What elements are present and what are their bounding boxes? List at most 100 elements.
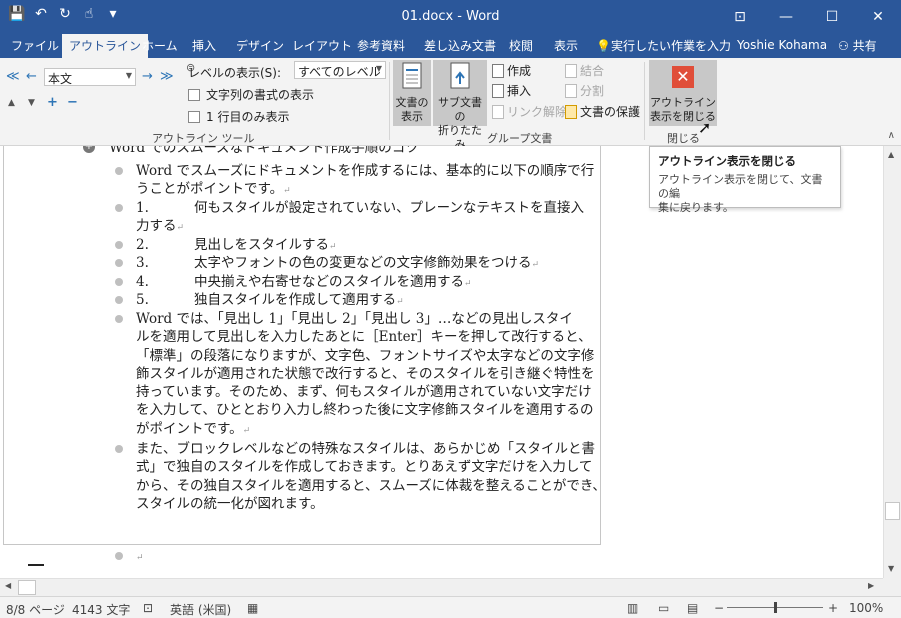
- zoom-level[interactable]: 100%: [849, 601, 883, 615]
- unlink-subdocument-button[interactable]: リンク解除: [492, 103, 567, 120]
- paragraph-mark: ↵: [329, 242, 337, 252]
- demote-to-body-icon[interactable]: ≫: [160, 69, 174, 84]
- scroll-right-icon[interactable]: ▶: [868, 581, 874, 590]
- checkbox-box: [188, 88, 200, 101]
- mouse-pointer-icon: ➚: [698, 118, 712, 137]
- master-document-group-label: グループ文書: [487, 132, 553, 145]
- body-text-bullet-icon: [115, 259, 123, 267]
- macro-recording-icon[interactable]: ▦: [247, 601, 258, 615]
- body-text-bullet-icon: [115, 241, 123, 249]
- body-text-bullet-icon: [115, 552, 123, 560]
- proofing-icon[interactable]: ⊡: [143, 601, 153, 615]
- show-text-formatting-checkbox[interactable]: 文字列の書式の表示: [188, 86, 314, 103]
- close-icon: ✕: [672, 66, 694, 88]
- tab-design[interactable]: デザイン: [236, 37, 284, 54]
- paragraph-mark: ↵: [283, 186, 291, 197]
- language-indicator[interactable]: 英語 (米国): [170, 601, 231, 618]
- paragraph-mark: ↵: [136, 553, 144, 563]
- tab-view[interactable]: 表示: [554, 37, 578, 54]
- move-down-icon[interactable]: ▼: [28, 98, 35, 108]
- collapse-subdocument-icon: [450, 62, 470, 89]
- show-document-button[interactable]: 文書の 表示: [393, 60, 431, 126]
- body-text-bullet-icon: [115, 204, 123, 212]
- outline-step[interactable]: 3. 太字やフォントの色の変更などの文字修飾効果をつける↵: [115, 254, 631, 274]
- tab-file[interactable]: ファイル: [11, 37, 59, 54]
- insert-subdocument-button[interactable]: 挿入: [492, 82, 531, 99]
- outline-tools-group-label: アウトライン ツール: [152, 132, 255, 145]
- collapse-icon[interactable]: −: [67, 95, 78, 110]
- page-count[interactable]: 8/8 ページ: [6, 601, 65, 618]
- tell-me-box[interactable]: 💡実行したい作業を入力してください: [596, 37, 732, 54]
- word-count[interactable]: 4143 文字: [72, 601, 130, 618]
- outline-empty-paragraph[interactable]: ↵: [115, 547, 631, 567]
- promote-to-heading1-icon[interactable]: ≪: [6, 69, 20, 84]
- lightbulb-icon: 💡: [596, 39, 611, 53]
- tab-mailings[interactable]: 差し込み文書: [424, 37, 496, 54]
- paragraph-mark: ↵: [242, 425, 251, 436]
- outline-step[interactable]: 5. 独自スタイルを作成して適用する↵: [115, 291, 631, 311]
- show-level-select[interactable]: すべてのレベル ▼: [294, 61, 386, 79]
- document-outline-icon: [402, 62, 422, 89]
- move-up-icon[interactable]: ▲: [8, 98, 15, 108]
- share-button[interactable]: ⚇ 共有: [838, 37, 877, 54]
- maximize-button[interactable]: ☐: [809, 0, 855, 34]
- tab-insert[interactable]: 挿入: [192, 37, 216, 54]
- ribbon-tabs: ファイル アウトライン ホーム 挿入 デザイン レイアウト 参考資料 差し込み文…: [0, 34, 901, 58]
- read-mode-icon[interactable]: ▥: [627, 601, 638, 615]
- merge-subdocument-button[interactable]: 結合: [565, 62, 604, 79]
- create-subdocument-button[interactable]: 作成: [492, 62, 531, 79]
- user-name[interactable]: Yoshie Kohama: [737, 38, 827, 52]
- scrollbar-corner: [883, 578, 901, 596]
- show-level-label: レベルの表示(S):: [188, 66, 282, 80]
- tab-layout[interactable]: レイアウト: [292, 37, 352, 54]
- expand-icon[interactable]: +: [47, 95, 58, 110]
- zoom-in-icon[interactable]: +: [828, 601, 838, 615]
- tooltip-body-line1: アウトライン表示を閉じて、文書の編: [658, 173, 823, 200]
- group-separator: [644, 62, 645, 140]
- ribbon: ≪ ← 本文 ▼ → ≫ ▲ ▼ + − ⊜ レベルの表示(S): すべてのレベ…: [0, 58, 901, 151]
- body-text-bullet-icon: [115, 278, 123, 286]
- chevron-down-icon: ▼: [375, 64, 382, 73]
- collapse-subdocuments-button[interactable]: サブ文書の 折りたたみ: [433, 60, 487, 151]
- promote-icon[interactable]: ←: [26, 69, 37, 84]
- tab-references[interactable]: 参考資料: [357, 37, 405, 54]
- zoom-out-icon[interactable]: −: [714, 601, 724, 615]
- tab-outline[interactable]: アウトライン: [62, 34, 149, 58]
- tab-home[interactable]: ホーム: [142, 37, 178, 54]
- close-window-button[interactable]: ✕: [855, 0, 901, 34]
- zoom-slider-thumb[interactable]: [774, 602, 777, 613]
- scroll-up-icon[interactable]: ▲: [888, 150, 894, 159]
- close-outline-view-button[interactable]: ✕ アウトライン 表示を閉じる: [649, 60, 717, 126]
- person-icon: ⚇: [838, 39, 849, 53]
- outline-paragraph[interactable]: Word では、「見出し 1」「見出し 2」「見出し 3」…などの見出しスタイ …: [115, 310, 631, 440]
- outline-heading[interactable]: + Word でのスムーズなドキュメント作成手順のコツ: [83, 146, 604, 157]
- scroll-left-icon[interactable]: ◀: [5, 581, 11, 590]
- ribbon-display-options-icon[interactable]: ⊡: [717, 0, 763, 34]
- vertical-scroll-thumb[interactable]: [885, 502, 900, 520]
- document-create-icon: [492, 63, 504, 78]
- print-layout-icon[interactable]: ▭: [658, 601, 669, 615]
- scroll-down-icon[interactable]: ▼: [888, 564, 894, 573]
- close-group-label: 閉じる: [667, 132, 700, 145]
- horizontal-scrollbar[interactable]: ◀ ▶: [0, 578, 883, 596]
- collapse-ribbon-icon[interactable]: ∧: [888, 130, 895, 141]
- vertical-scrollbar[interactable]: ▲ ▼: [883, 146, 901, 578]
- window-controls: ⊡ — ☐ ✕: [717, 0, 901, 34]
- checkbox-box: [188, 110, 200, 123]
- show-first-line-only-checkbox[interactable]: 1 行目のみ表示: [188, 108, 289, 125]
- horizontal-scroll-thumb[interactable]: [18, 580, 36, 595]
- tooltip-body-line2: 集に戻ります。: [658, 201, 734, 214]
- outline-step[interactable]: 1. 何もスタイルが設定されていない、プレーンなテキストを直接入 力する↵: [115, 199, 631, 238]
- lock-document-button[interactable]: 文書の保護: [565, 103, 640, 120]
- outline-paragraph[interactable]: また、ブロックレベルなどの特殊なスタイルは、あらかじめ「スタイルと書 式」で独自…: [115, 440, 631, 513]
- demote-icon[interactable]: →: [142, 69, 153, 84]
- paragraph-mark: ↵: [531, 260, 540, 270]
- outline-level-select[interactable]: 本文 ▼: [44, 68, 136, 86]
- paragraph-mark: ↵: [176, 223, 185, 234]
- outline-paragraph[interactable]: Word でスムーズにドキュメントを作成するには、基本的に以下の順序で行 うこと…: [115, 162, 631, 201]
- minimize-button[interactable]: —: [763, 0, 809, 34]
- paragraph-mark: ↵: [396, 297, 404, 307]
- tab-review[interactable]: 校閲: [509, 37, 533, 54]
- split-subdocument-button[interactable]: 分割: [565, 82, 604, 99]
- web-layout-icon[interactable]: ▤: [687, 601, 698, 615]
